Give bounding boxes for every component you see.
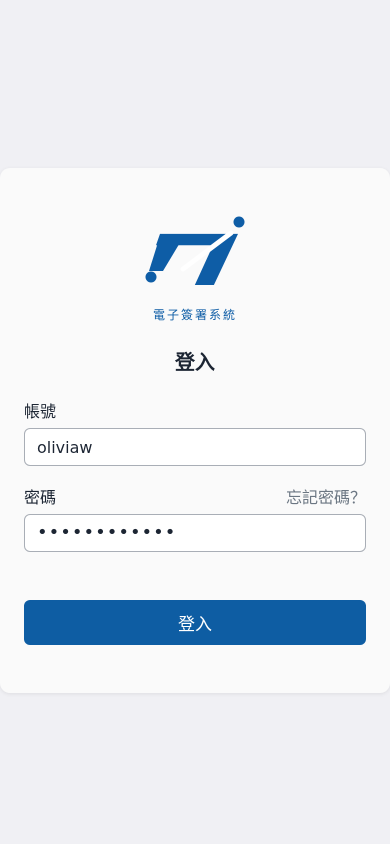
login-card: 電子簽署系統 登入 帳號 密碼 忘記密碼？ •••••••••••• 登入: [0, 168, 390, 693]
account-input[interactable]: [24, 428, 366, 466]
password-label: 密碼: [24, 488, 57, 507]
logo-icon: [145, 216, 245, 285]
password-input[interactable]: ••••••••••••: [24, 514, 366, 552]
page-title: 登入: [175, 350, 215, 374]
logo-caption: 電子簽署系統: [152, 308, 237, 322]
account-label: 帳號: [24, 402, 57, 421]
login-button[interactable]: 登入: [24, 600, 366, 645]
forgot-password-link[interactable]: 忘記密碼？: [286, 484, 366, 508]
